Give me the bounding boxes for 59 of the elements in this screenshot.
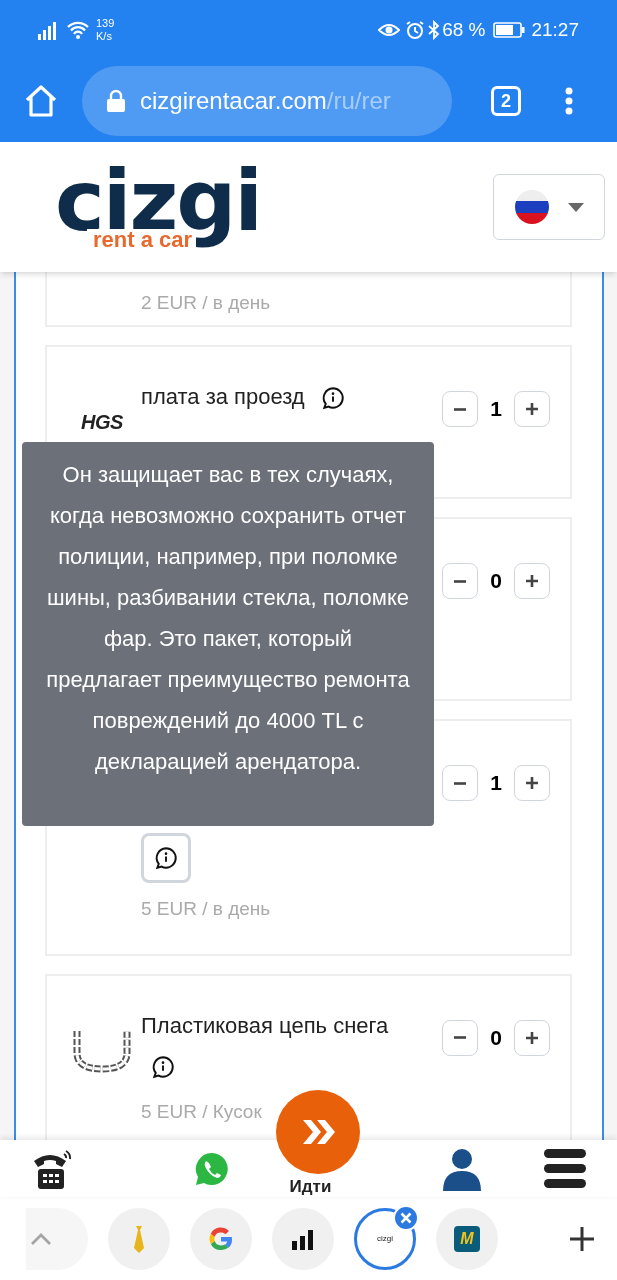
home-icon[interactable] bbox=[24, 84, 58, 118]
browser-tab[interactable]: M bbox=[436, 1207, 498, 1270]
minus-icon bbox=[452, 579, 468, 583]
double-chevron-icon bbox=[300, 1117, 336, 1147]
app-icon: M bbox=[454, 1225, 480, 1252]
plus-button[interactable] bbox=[514, 1019, 550, 1056]
network-speed: 139 bbox=[96, 17, 115, 30]
extra-price: 5 EUR / в день bbox=[141, 897, 271, 921]
caret-icon bbox=[568, 202, 584, 212]
more-menu-icon[interactable] bbox=[565, 87, 573, 115]
bluetooth-icon bbox=[428, 20, 441, 40]
plus-icon bbox=[524, 1029, 540, 1046]
extra-price: 2 EUR / в день bbox=[141, 291, 271, 315]
plus-button[interactable] bbox=[514, 563, 550, 599]
quantity-value: 0 bbox=[489, 568, 503, 595]
quantity-value: 0 bbox=[489, 1024, 503, 1051]
plus-button[interactable] bbox=[514, 391, 550, 427]
plus-button[interactable] bbox=[514, 765, 550, 801]
clock-time: 21:27 bbox=[531, 17, 579, 42]
minus-button[interactable] bbox=[442, 563, 478, 599]
tie-icon bbox=[132, 1223, 146, 1254]
add-tab-icon[interactable] bbox=[569, 1225, 595, 1252]
go-label[interactable]: Идти bbox=[289, 1177, 332, 1197]
alarm-icon bbox=[405, 20, 426, 40]
plus-icon bbox=[524, 775, 540, 791]
quantity-value: 1 bbox=[489, 396, 503, 423]
close-icon[interactable] bbox=[393, 1204, 419, 1231]
lock-icon bbox=[106, 89, 126, 113]
account-icon[interactable] bbox=[441, 1146, 484, 1191]
wifi-icon bbox=[66, 20, 90, 40]
minus-icon bbox=[452, 781, 468, 785]
minus-icon bbox=[452, 1036, 468, 1039]
google-icon bbox=[207, 1224, 235, 1253]
plus-icon bbox=[524, 401, 540, 417]
hgs-logo: HGS bbox=[81, 410, 123, 435]
menu-icon[interactable] bbox=[543, 1146, 587, 1191]
russian-flag-icon bbox=[514, 189, 550, 225]
battery-icon bbox=[493, 22, 526, 38]
info-button[interactable] bbox=[141, 833, 191, 883]
plus-icon bbox=[524, 573, 540, 589]
minus-button[interactable] bbox=[442, 765, 478, 801]
tooltip: Он защищает вас в тех случаях, когда невозможно сохранить отчет полиции, например, при поломке шины, разбивании стекла, поломке фар. Это пакет, который предлагает преимущество ремонта повреждений до 4000 TL с декларацией арендатора. bbox=[22, 442, 434, 826]
language-dropdown[interactable] bbox=[493, 174, 605, 240]
tab-count-button[interactable]: 2 bbox=[491, 86, 521, 116]
whatsapp-icon[interactable] bbox=[193, 1150, 230, 1187]
url-text: cizgirentacar.com/ru/rer bbox=[140, 86, 391, 116]
battery-level: 68 % bbox=[442, 17, 486, 42]
quantity-value: 1 bbox=[489, 770, 503, 797]
info-icon bbox=[153, 845, 179, 871]
minus-icon bbox=[452, 407, 468, 411]
eye-icon bbox=[378, 22, 401, 38]
info-icon bbox=[150, 1053, 176, 1080]
extra-name: Пластиковая цепь снега bbox=[141, 1005, 396, 1086]
extra-name: плата за проезд bbox=[141, 377, 396, 417]
minus-button[interactable] bbox=[442, 391, 478, 427]
browser-tab[interactable]: cizgi bbox=[354, 1207, 416, 1270]
extra-price: 5 EUR / Кусок bbox=[141, 1099, 262, 1124]
minus-button[interactable] bbox=[442, 1019, 478, 1056]
network-unit: K/s bbox=[96, 30, 113, 43]
